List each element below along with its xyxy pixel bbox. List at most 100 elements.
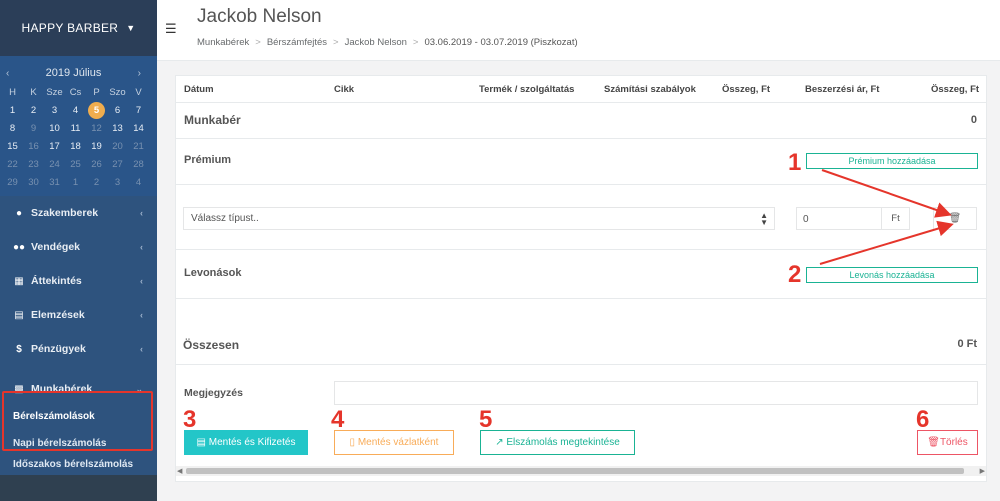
type-select[interactable]: Válassz típust.. ▲ ▼ [183, 207, 775, 230]
weekday-label: Sze [46, 87, 63, 98]
calendar-day[interactable]: 8 [2, 120, 23, 138]
chevron-left-icon: ‹ [140, 208, 143, 218]
calendar-day[interactable]: 10 [44, 120, 65, 138]
file-icon: ▯ [349, 437, 358, 448]
trash-icon: 🗑 [927, 437, 940, 448]
amount-input[interactable]: 0 Ft [796, 207, 910, 230]
calendar-day[interactable]: 29 [2, 174, 23, 192]
external-link-icon: ↗ [495, 437, 507, 448]
brand-switcher[interactable]: HAPPY BARBER ▼ [0, 0, 157, 56]
breadcrumb-item[interactable]: Munkabérek [197, 37, 249, 48]
calendar-day[interactable]: 18 [65, 138, 86, 156]
add-premium-button[interactable]: Prémium hozzáadása [806, 153, 978, 169]
calendar-next-icon[interactable]: › [138, 68, 141, 79]
sidebar-item-penzugyek[interactable]: $ Pénzügyek ‹ [0, 332, 157, 366]
calendar-day[interactable]: 24 [44, 156, 65, 174]
column-header-beszerzesi-ar: Beszerzési ár, Ft [805, 84, 880, 95]
annotation-number-2: 2 [788, 261, 802, 288]
calendar-day[interactable]: 20 [107, 138, 128, 156]
calendar-day[interactable]: 25 [65, 156, 86, 174]
sidebar-item-elemzesek[interactable]: ▤ Elemzések ‹ [0, 298, 157, 332]
scroll-right-icon[interactable]: ▶ [980, 467, 985, 475]
calendar-day[interactable]: 4 [65, 102, 86, 120]
breadcrumb-current: 03.06.2019 - 03.07.2019 (Piszkozat) [424, 37, 578, 48]
munkaber-value: 0 [970, 114, 977, 126]
chevron-left-icon: ‹ [140, 344, 143, 354]
sidebar-item-label: Áttekintés [31, 275, 82, 287]
save-draft-button[interactable]: ▯ Mentés vázlatként [334, 430, 454, 455]
premium-label: Prémium [184, 154, 232, 166]
calendar-day[interactable]: 23 [23, 156, 44, 174]
calendar-day[interactable]: 11 [65, 120, 86, 138]
delete-row-button[interactable]: 🗑 [933, 207, 977, 230]
sidebar-item-szakemberek[interactable]: ● Szakemberek ‹ [0, 196, 157, 230]
calendar-day[interactable]: 13 [107, 120, 128, 138]
payroll-panel: Dátum Cikk Termék / szolgáltatás Számítá… [175, 75, 987, 482]
grid-icon: ▦ [14, 275, 24, 287]
total-value: 0 Ft [957, 338, 977, 350]
calendar-day[interactable]: 31 [44, 174, 65, 192]
calendar-day[interactable]: 14 [128, 120, 149, 138]
scrollbar-thumb[interactable] [186, 468, 964, 474]
breadcrumb-item[interactable]: Jackob Nelson [345, 37, 407, 48]
sidebar-item-label: Vendégek [31, 241, 81, 253]
dollar-icon: $ [16, 343, 22, 355]
calendar-day[interactable]: 6 [107, 102, 128, 120]
sidebar-item-label: Pénzügyek [31, 343, 86, 355]
calendar-day[interactable]: 16 [23, 138, 44, 156]
calendar-day[interactable]: 1 [2, 102, 23, 120]
sidebar-subitem-idoszakos-berelszamolas[interactable]: Időszakos bérelszámolás [0, 454, 157, 475]
view-settlement-button[interactable]: ↗ Elszámolás megtekintése [480, 430, 635, 455]
calendar-day[interactable]: 12 [86, 120, 107, 138]
weekday-label: K [30, 87, 37, 98]
calendar-day[interactable]: 17 [44, 138, 65, 156]
sidebar: HAPPY BARBER ▼ ‹ 2019 Július › H K Sze C… [0, 0, 157, 501]
calendar-day[interactable]: 2 [86, 174, 107, 192]
calendar-prev-icon[interactable]: ‹ [6, 68, 9, 79]
chevron-down-icon: ▼ [126, 23, 136, 33]
calendar-day[interactable]: 2 [23, 102, 44, 120]
mini-calendar: ‹ 2019 Július › H K Sze Cs P Szo V 1 2 3… [0, 56, 157, 196]
sidebar-item-attekintes[interactable]: ▦ Áttekintés ‹ [0, 264, 157, 298]
calendar-day[interactable]: 9 [23, 120, 44, 138]
bar-chart-icon: ▤ [14, 309, 24, 321]
save-and-pay-button[interactable]: ▤ Mentés és Kifizetés [184, 430, 308, 455]
sidebar-item-label: Szakemberek [31, 207, 99, 219]
menu-toggle-icon[interactable]: ☰ [165, 21, 177, 37]
brand-name: HAPPY BARBER [21, 21, 119, 35]
calendar-day[interactable]: 22 [2, 156, 23, 174]
delete-button[interactable]: 🗑Törlés [917, 430, 978, 455]
select-caret-icon: ▲ ▼ [760, 211, 768, 227]
trash-icon: 🗑 [948, 213, 962, 224]
horizontal-scrollbar[interactable]: ◀ ▶ [176, 466, 986, 476]
scroll-left-icon[interactable]: ◀ [177, 467, 182, 475]
calendar-day[interactable]: 15 [2, 138, 23, 156]
sidebar-item-vendegek[interactable]: ●● Vendégek ‹ [0, 230, 157, 264]
amount-value: 0 [803, 214, 809, 225]
calendar-day[interactable]: 30 [23, 174, 44, 192]
calendar-day[interactable]: 21 [128, 138, 149, 156]
highlight-frame [2, 391, 153, 451]
calendar-day-selected[interactable]: 5 [86, 102, 107, 120]
weekday-label: V [135, 87, 142, 98]
calendar-grid: H K Sze Cs P Szo V 1 2 3 4 5 6 7 8 9 10 … [2, 84, 155, 192]
weekday-label: Szo [109, 87, 126, 98]
calendar-day[interactable]: 3 [107, 174, 128, 192]
calendar-day[interactable]: 28 [128, 156, 149, 174]
levonasok-label: Levonások [184, 267, 242, 279]
calendar-day[interactable]: 4 [128, 174, 149, 192]
calendar-day[interactable]: 27 [107, 156, 128, 174]
calendar-day[interactable]: 1 [65, 174, 86, 192]
add-deduction-button[interactable]: Levonás hozzáadása [806, 267, 978, 283]
calendar-day[interactable]: 7 [128, 102, 149, 120]
page-title: Jackob Nelson [197, 6, 322, 27]
calendar-day[interactable]: 19 [86, 138, 107, 156]
chevron-left-icon: ‹ [140, 310, 143, 320]
breadcrumb-item[interactable]: Bérszámfejtés [267, 37, 327, 48]
note-input[interactable] [334, 381, 978, 405]
total-label: Összesen [183, 338, 240, 352]
column-header-osszeg: Összeg, Ft [722, 84, 771, 95]
calendar-day[interactable]: 26 [86, 156, 107, 174]
weekday-label: P [93, 87, 100, 98]
calendar-day[interactable]: 3 [44, 102, 65, 120]
